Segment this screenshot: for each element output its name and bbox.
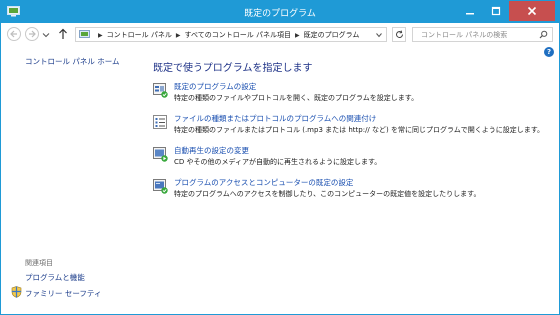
task-description: CD やその他のメディアが自動的に再生されるように設定します。 — [174, 158, 382, 166]
address-dropdown-icon[interactable] — [375, 31, 383, 39]
task-set-default-programs: 既定のプログラムの設定 特定の種類のファイルやプロトコルを開く、既定のプログラム… — [153, 81, 548, 107]
search-placeholder: コントロール パネルの検索 — [421, 31, 508, 39]
task-autoplay: 自動再生の設定の変更 CD やその他のメディアが自動的に再生されるように設定しま… — [153, 145, 548, 171]
back-button[interactable] — [7, 27, 21, 41]
window: 既定のプログラム ▶ コントロール パネル ▶ すべてのコントロール パネル項目… — [0, 0, 560, 315]
title-bar: 既定のプログラム — [1, 1, 559, 23]
program-access-icon — [153, 179, 168, 194]
address-bar[interactable]: ▶ コントロール パネル ▶ すべてのコントロール パネル項目 ▶ 既定のプログ… — [75, 27, 387, 42]
page-title: 既定で使うプログラムを指定します — [153, 63, 313, 74]
file-association-icon — [153, 115, 168, 130]
file-association-link[interactable]: ファイルの種類またはプロトコルのプログラムへの関連付け — [174, 113, 376, 124]
autoplay-settings-link[interactable]: 自動再生の設定の変更 — [174, 145, 249, 156]
close-icon — [527, 6, 537, 16]
default-programs-icon — [153, 83, 168, 98]
refresh-button[interactable] — [392, 27, 406, 42]
control-panel-icon — [79, 30, 90, 40]
chevron-down-icon — [42, 33, 50, 38]
breadcrumb-default-programs[interactable]: 既定のプログラム — [304, 30, 360, 40]
breadcrumb-control-panel[interactable]: コントロール パネル — [107, 30, 172, 40]
maximize-button[interactable] — [483, 1, 509, 21]
forward-button[interactable] — [25, 27, 39, 41]
task-description: 特定のプログラムへのアクセスを制御したり、このコンピューターの既定値を設定したり… — [174, 190, 481, 198]
family-safety-icon — [11, 286, 22, 298]
close-button[interactable] — [509, 1, 555, 21]
see-also-heading: 関連項目 — [25, 259, 53, 267]
arrow-right-icon — [29, 30, 36, 38]
refresh-icon — [395, 30, 403, 38]
recent-locations-button[interactable] — [41, 30, 51, 40]
breadcrumb-all-items[interactable]: すべてのコントロール パネル項目 — [184, 30, 290, 40]
family-safety-link[interactable]: ファミリー セーフティ — [25, 288, 101, 299]
navigation-bar: ▶ コントロール パネル ▶ すべてのコントロール パネル項目 ▶ 既定のプログ… — [1, 23, 559, 45]
task-file-association: ファイルの種類またはプロトコルのプログラムへの関連付け 特定の種類のファイルまた… — [153, 113, 548, 139]
set-default-programs-link[interactable]: 既定のプログラムの設定 — [174, 81, 256, 92]
task-description: 特定の種類のファイルまたはプロトコル (.mp3 または http:// など)… — [174, 126, 545, 134]
program-access-link[interactable]: プログラムのアクセスとコンピューターの既定の設定 — [174, 177, 353, 188]
up-button[interactable] — [58, 28, 68, 40]
arrow-up-icon — [59, 28, 67, 39]
search-input[interactable]: コントロール パネルの検索 — [412, 27, 553, 42]
programs-and-features-link[interactable]: プログラムと機能 — [25, 272, 85, 283]
task-description: 特定の種類のファイルやプロトコルを開く、既定のプログラムを設定します。 — [174, 94, 419, 102]
breadcrumb-separator-icon[interactable]: ▶ — [295, 32, 300, 39]
arrow-left-icon — [10, 30, 17, 38]
breadcrumb-separator-icon[interactable]: ▶ — [98, 32, 103, 39]
autoplay-icon — [153, 147, 168, 162]
search-icon[interactable] — [539, 30, 548, 39]
breadcrumb-separator-icon[interactable]: ▶ — [176, 32, 181, 39]
minimize-button[interactable] — [457, 1, 483, 21]
breadcrumb: ▶ コントロール パネル ▶ すべてのコントロール パネル項目 ▶ 既定のプログ… — [94, 30, 359, 40]
task-program-access: プログラムのアクセスとコンピューターの既定の設定 特定のプログラムへのアクセスを… — [153, 177, 548, 203]
help-icon[interactable]: ? — [544, 47, 554, 57]
control-panel-home-link[interactable]: コントロール パネル ホーム — [25, 56, 120, 67]
